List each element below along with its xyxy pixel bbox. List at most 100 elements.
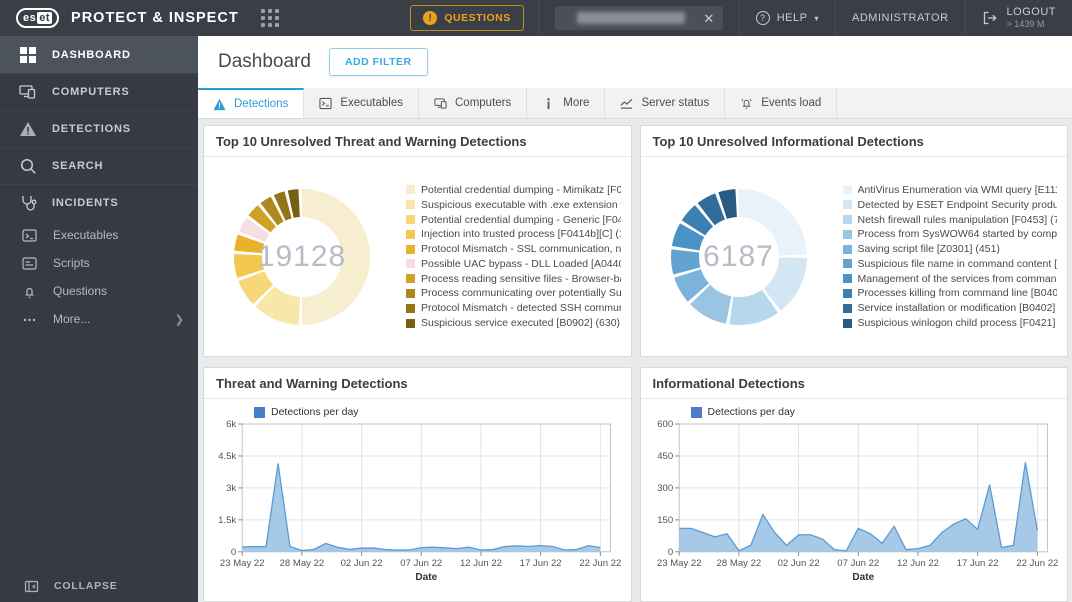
dashboard-tabbar: Detections Executables Computers More Se… xyxy=(198,88,1072,119)
legend-label: Netsh firewall rules manipulation [F0453… xyxy=(857,213,1058,226)
legend-item: Process reading sensitive files - Browse… xyxy=(406,271,621,286)
legend-label: Processes killing from command line [B04… xyxy=(857,287,1058,300)
legend-item: Processes killing from command line [B04… xyxy=(842,286,1058,301)
legend-swatch xyxy=(406,303,415,313)
tab-executables[interactable]: Executables xyxy=(304,88,419,118)
administrator-menu[interactable]: ADMINISTRATOR xyxy=(835,0,965,36)
page-header: Dashboard ADD FILTER xyxy=(198,36,1072,88)
informational-donut-legend: AntiVirus Enumeration via WMI query [E11… xyxy=(842,183,1058,331)
help-icon: ? xyxy=(755,11,770,25)
legend-swatch xyxy=(406,185,415,195)
terminal-icon xyxy=(319,97,332,109)
svg-text:1.5k: 1.5k xyxy=(218,515,236,526)
top-bar: es et PROTECT & INSPECT ! QUESTIONS ✕ ? … xyxy=(0,0,1072,36)
dashboard-grid: Top 10 Unresolved Threat and Warning Det… xyxy=(198,119,1072,602)
session-counter: > 1439 M xyxy=(1006,19,1045,30)
legend-label: Injection into trusted process [F0414b][… xyxy=(421,228,621,241)
svg-text:4.5k: 4.5k xyxy=(218,451,236,462)
threat-area-chart[interactable]: 0 1.5k 3k 4.5k 6k 23 May 22 28 May 22 02 Jun 22… xyxy=(208,419,623,584)
sidebar-item-incidents[interactable]: INCIDENTS xyxy=(0,184,198,221)
legend-swatch xyxy=(406,259,415,269)
legend-item: Potential credential dumping - Generic [… xyxy=(406,212,621,227)
app-grid-icon[interactable] xyxy=(260,9,279,27)
sidebar-item-dashboard[interactable]: DASHBOARD xyxy=(0,36,198,73)
legend-item: Netsh firewall rules manipulation [F0453… xyxy=(842,212,1058,227)
brand-title: PROTECT & INSPECT xyxy=(71,10,239,26)
help-menu[interactable]: ? HELP ▾ xyxy=(738,0,835,36)
sidebar-item-detections[interactable]: DETECTIONS xyxy=(0,110,198,147)
status-chart-icon xyxy=(620,98,633,109)
eset-logo: es et xyxy=(16,8,60,28)
main-area: Dashboard ADD FILTER Detections Executab… xyxy=(198,36,1072,602)
legend-label: Protocol Mismatch - detected SSH communi… xyxy=(421,302,621,315)
svg-text:02 Jun 22: 02 Jun 22 xyxy=(777,558,819,569)
panel-top10-threat: Top 10 Unresolved Threat and Warning Det… xyxy=(203,125,632,357)
legend-swatch xyxy=(406,229,415,239)
legend-swatch xyxy=(690,406,702,418)
logout-button[interactable]: LOGOUT > 1439 M xyxy=(964,0,1072,36)
legend-item: Potential credential dumping - Mimikatz … xyxy=(406,183,621,198)
informational-donut-chart[interactable]: 6187 xyxy=(655,173,823,341)
tab-detections[interactable]: Detections xyxy=(198,88,305,118)
ellipsis-icon xyxy=(23,318,36,321)
legend-swatch xyxy=(842,259,852,269)
page-title: Dashboard xyxy=(218,51,311,72)
questions-button[interactable]: ! QUESTIONS xyxy=(410,5,524,31)
add-filter-button[interactable]: ADD FILTER xyxy=(328,48,428,76)
tab-computers[interactable]: Computers xyxy=(419,88,528,118)
svg-text:3k: 3k xyxy=(226,483,236,494)
computers-icon xyxy=(19,85,36,99)
legend-label: AntiVirus Enumeration via WMI query [E11… xyxy=(857,183,1058,196)
chart-legend: Detections per day xyxy=(254,406,623,418)
sidebar-item-more[interactable]: More... ❯ xyxy=(0,305,198,333)
search-input[interactable]: ✕ xyxy=(554,6,723,30)
svg-text:450: 450 xyxy=(657,451,673,462)
sidebar: DASHBOARD COMPUTERS DETECTIONS SEARCH IN… xyxy=(0,36,198,602)
stethoscope-icon xyxy=(22,196,37,211)
close-icon[interactable]: ✕ xyxy=(703,12,714,25)
informational-area-chart[interactable]: 0 150 300 450 600 23 May 22 28 May 22 02 Jun 22… xyxy=(645,419,1060,584)
search-icon xyxy=(20,158,36,174)
panel-title: Top 10 Unresolved Threat and Warning Det… xyxy=(204,126,631,157)
legend-swatch xyxy=(406,244,415,254)
legend-swatch xyxy=(842,274,852,284)
legend-swatch xyxy=(406,215,415,224)
sidebar-item-scripts[interactable]: Scripts xyxy=(0,249,198,277)
legend-swatch xyxy=(406,200,415,210)
sidebar-item-executables[interactable]: Executables xyxy=(0,221,198,249)
legend-item: AntiVirus Enumeration via WMI query [E11… xyxy=(842,183,1058,198)
tab-server-status[interactable]: Server status xyxy=(605,88,726,118)
legend-label: Possible UAC bypass - DLL Loaded [A0440]… xyxy=(421,257,621,270)
svg-text:12 Jun 22: 12 Jun 22 xyxy=(460,558,502,569)
legend-item: Saving script file [Z0301] (451) xyxy=(842,242,1058,257)
app-window: es et PROTECT & INSPECT ! QUESTIONS ✕ ? … xyxy=(0,0,1072,602)
redacted-search-text xyxy=(576,12,685,24)
panel-title: Threat and Warning Detections xyxy=(204,368,631,399)
search-section: ✕ xyxy=(537,0,739,36)
sidebar-item-questions[interactable]: Questions xyxy=(0,277,198,305)
legend-label: Detected by ESET Endpoint Security produ… xyxy=(857,198,1058,211)
collapse-button[interactable]: COLLAPSE xyxy=(0,570,198,602)
panel-top10-informational: Top 10 Unresolved Informational Detectio… xyxy=(639,125,1068,357)
legend-label: Suspicious winlogon child process [F0421… xyxy=(857,317,1058,330)
legend-item: Possible UAC bypass - DLL Loaded [A0440]… xyxy=(406,257,621,272)
legend-item: Suspicious service executed [B0902] (630… xyxy=(406,316,621,331)
sidebar-item-computers[interactable]: COMPUTERS xyxy=(0,73,198,110)
sidebar-item-search[interactable]: SEARCH xyxy=(0,147,198,184)
legend-swatch xyxy=(842,303,852,313)
legend-swatch xyxy=(406,274,415,284)
svg-text:02 Jun 22: 02 Jun 22 xyxy=(341,558,383,569)
tab-more[interactable]: More xyxy=(527,88,606,118)
panel-title: Informational Detections xyxy=(640,368,1067,399)
legend-item: Protocol Mismatch - SSL communication, n… xyxy=(406,242,621,257)
alert-icon: ! xyxy=(423,11,438,25)
terminal-icon xyxy=(22,228,37,242)
svg-text:Date: Date xyxy=(415,572,437,583)
panel-threat-area-chart: Threat and Warning Detections Detections… xyxy=(203,367,632,602)
threat-donut-chart[interactable]: 19128 xyxy=(218,173,386,341)
svg-text:22 Jun 22: 22 Jun 22 xyxy=(1016,558,1058,569)
legend-swatch xyxy=(406,318,415,328)
svg-text:17 Jun 22: 17 Jun 22 xyxy=(520,558,562,569)
legend-label: Suspicious service executed [B0902] (630… xyxy=(421,317,621,330)
tab-events-load[interactable]: Events load xyxy=(725,88,838,118)
